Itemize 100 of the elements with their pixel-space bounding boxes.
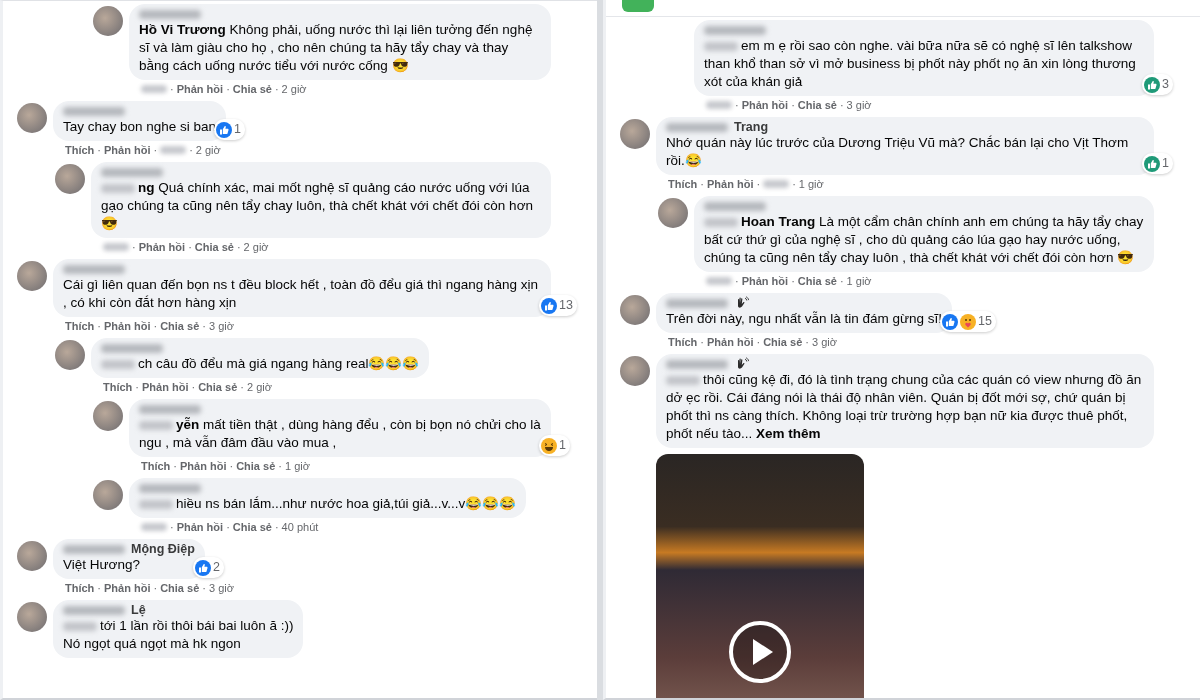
action-link[interactable]: Phản hồi	[707, 177, 754, 191]
separator-dot: ·	[173, 459, 177, 473]
separator-dot: ·	[756, 335, 761, 349]
action-link[interactable]: Phản hồi	[741, 274, 789, 288]
timestamp: 3 giờ	[846, 98, 872, 112]
avatar-circle	[17, 602, 47, 632]
comment-text: ng Quá chính xác, mai mốt nghệ sĩ quảng cáo nước uống với lúa gạo chúng ta cũng nên tẩy chay luôn, thà chết khát với chết đói còn hơn 😎	[101, 179, 534, 233]
comment-text: Hoan Trang Là một cẩm chân chính anh em chúng ta hãy tẩy chay bất cứ thứ gì của nghệ sĩ , cho dù quảng cáo lúa gạo hay nước uống, chúng ta cũng nên tẩy chay luôn , thà chết khát với chết đói còn hơn 😎	[704, 213, 1144, 267]
action-link[interactable]: Phản hồi	[180, 459, 227, 473]
separator-dot: ·	[839, 274, 844, 288]
comment-text: Cái gì liên quan đến bọn ns t đều block hết , toàn đồ đểu giá thì ngang hàng xịn , có khi còn đắt hơn hàng xịn	[63, 276, 540, 312]
separator-dot: ·	[236, 240, 241, 254]
action-link[interactable]: Thích	[103, 380, 133, 394]
timestamp: 2 giờ	[195, 143, 221, 157]
action-link[interactable]: Thích	[668, 335, 698, 349]
action-link[interactable]: Phản hồi	[176, 520, 224, 534]
timestamp: 3 giờ	[208, 581, 234, 595]
action-link[interactable]: Chia sẻ	[198, 380, 238, 394]
app-tile-icon	[622, 0, 654, 12]
comment-text: Tay chay bon nghe si ban	[63, 118, 217, 136]
reaction-badge[interactable]: 3	[1142, 74, 1173, 95]
comment-text: yễn mất tiền thật , dùng hàng đểu , còn bị bọn nó chửi cho là ngu , mà vẫn đâm đầu vào mua ,	[139, 416, 541, 452]
separator-dot: ·	[170, 520, 174, 534]
video-thumbnail[interactable]	[656, 454, 864, 698]
separator-dot: ·	[226, 520, 230, 534]
avatar-circle	[93, 6, 123, 36]
reaction-badge[interactable]: 15	[940, 311, 996, 332]
avatar-circle	[93, 401, 123, 431]
reaction-badge[interactable]: 2	[192, 557, 224, 578]
play-icon[interactable]	[728, 620, 792, 684]
separator-dot: ·	[792, 177, 796, 191]
separator-dot: ·	[132, 240, 136, 254]
separator-dot: ·	[278, 459, 282, 473]
separator-dot: ·	[700, 335, 704, 349]
separator-dot: ·	[153, 581, 158, 595]
separator-dot: ·	[153, 319, 158, 333]
commenter-name[interactable]: Trang	[734, 117, 769, 137]
separator-dot: ·	[97, 143, 101, 157]
action-link[interactable]: Chia sẻ	[797, 274, 837, 288]
action-link[interactable]: Chia sẻ	[763, 335, 803, 349]
mention-link[interactable]: yễn	[176, 417, 200, 432]
reaction-count: 2	[212, 559, 220, 577]
separator-dot: ·	[97, 581, 101, 595]
action-link[interactable]: Thích	[668, 177, 698, 191]
action-link[interactable]: Phản hồi	[142, 380, 189, 394]
separator-dot: ·	[274, 520, 279, 534]
timestamp: 1 giờ	[284, 459, 310, 473]
separator-dot: ·	[805, 335, 809, 349]
action-link[interactable]: Chia sẻ	[797, 98, 837, 112]
separator-dot: ·	[735, 98, 739, 112]
separator-dot: ·	[274, 82, 279, 96]
mention-link[interactable]: Hoan Trang	[741, 214, 816, 229]
mention-link[interactable]: Hồ Vi Trương	[139, 22, 226, 37]
separator-dot: ·	[735, 274, 739, 288]
separator-dot: ·	[240, 380, 244, 394]
action-link[interactable]: Phản hồi	[176, 82, 224, 96]
reaction-badge[interactable]: 1	[214, 119, 246, 140]
timestamp: 1 giờ	[846, 274, 872, 288]
timestamp: 1 giờ	[798, 177, 824, 191]
action-link[interactable]: Chia sẻ	[160, 581, 200, 595]
comment-text: ch câu đồ đểu mà giá ngang hàng real😂😂😂	[101, 355, 420, 373]
action-link[interactable]: Chia sẻ	[194, 240, 234, 254]
avatar-circle	[658, 198, 688, 228]
see-more-link[interactable]: Xem thêm	[756, 426, 821, 441]
action-link[interactable]: Phản hồi	[104, 319, 151, 333]
separator-dot: ·	[97, 319, 101, 333]
separator-dot: ·	[191, 380, 196, 394]
action-link[interactable]: Phản hồi	[138, 240, 186, 254]
separator-dot: ·	[170, 82, 174, 96]
mention-link[interactable]: ng	[138, 180, 155, 195]
reaction-badge[interactable]: 1	[1142, 153, 1173, 174]
action-link[interactable]: Chia sẻ	[236, 459, 276, 473]
avatar-circle	[620, 295, 650, 325]
commenter-name[interactable]: Lệ	[131, 600, 146, 620]
reaction-count: 3	[1162, 76, 1169, 94]
action-link[interactable]: Phản hồi	[741, 98, 789, 112]
action-link[interactable]: Thích	[141, 459, 171, 473]
comment-text: hiều ns bán lắm...như nước hoa giả,túi giả...v...v😂😂😂	[139, 495, 517, 513]
action-link[interactable]: Thích	[65, 319, 95, 333]
comment-text: tới 1 lần rồi thôi bái bai luôn ă :)) Nó ngọt quá ngọt mà hk ngon	[63, 617, 294, 653]
action-link[interactable]: Thích	[65, 143, 95, 157]
reaction-badge[interactable]: 13	[539, 295, 577, 316]
reaction-count: 1	[234, 121, 242, 139]
separator-dot: ·	[229, 459, 234, 473]
avatar-circle	[55, 340, 85, 370]
commenter-name[interactable]: Mộng Điệp	[131, 539, 195, 559]
action-link[interactable]: Phản hồi	[707, 335, 754, 349]
reaction-badge[interactable]: 1	[539, 435, 570, 456]
action-link[interactable]: Chia sẻ	[232, 520, 272, 534]
timestamp: 2 giờ	[246, 380, 272, 394]
comment-text: Nhớ quán này lúc trước của Dương Triệu Vũ mà? Chắc bán lại cho Vịt Thơm rồi.😂	[666, 134, 1130, 170]
comment-text: Trên đời này, ngu nhất vẫn là tin đám gừng sĩ!	[666, 310, 943, 328]
action-link[interactable]: Chia sẻ	[160, 319, 200, 333]
action-link[interactable]: Phản hồi	[104, 143, 151, 157]
action-link[interactable]: Chia sẻ	[232, 82, 272, 96]
avatar-circle	[620, 356, 650, 386]
action-link[interactable]: Thích	[65, 581, 95, 595]
reaction-count: 15	[978, 313, 992, 331]
action-link[interactable]: Phản hồi	[104, 581, 151, 595]
separator-dot: ·	[135, 380, 139, 394]
